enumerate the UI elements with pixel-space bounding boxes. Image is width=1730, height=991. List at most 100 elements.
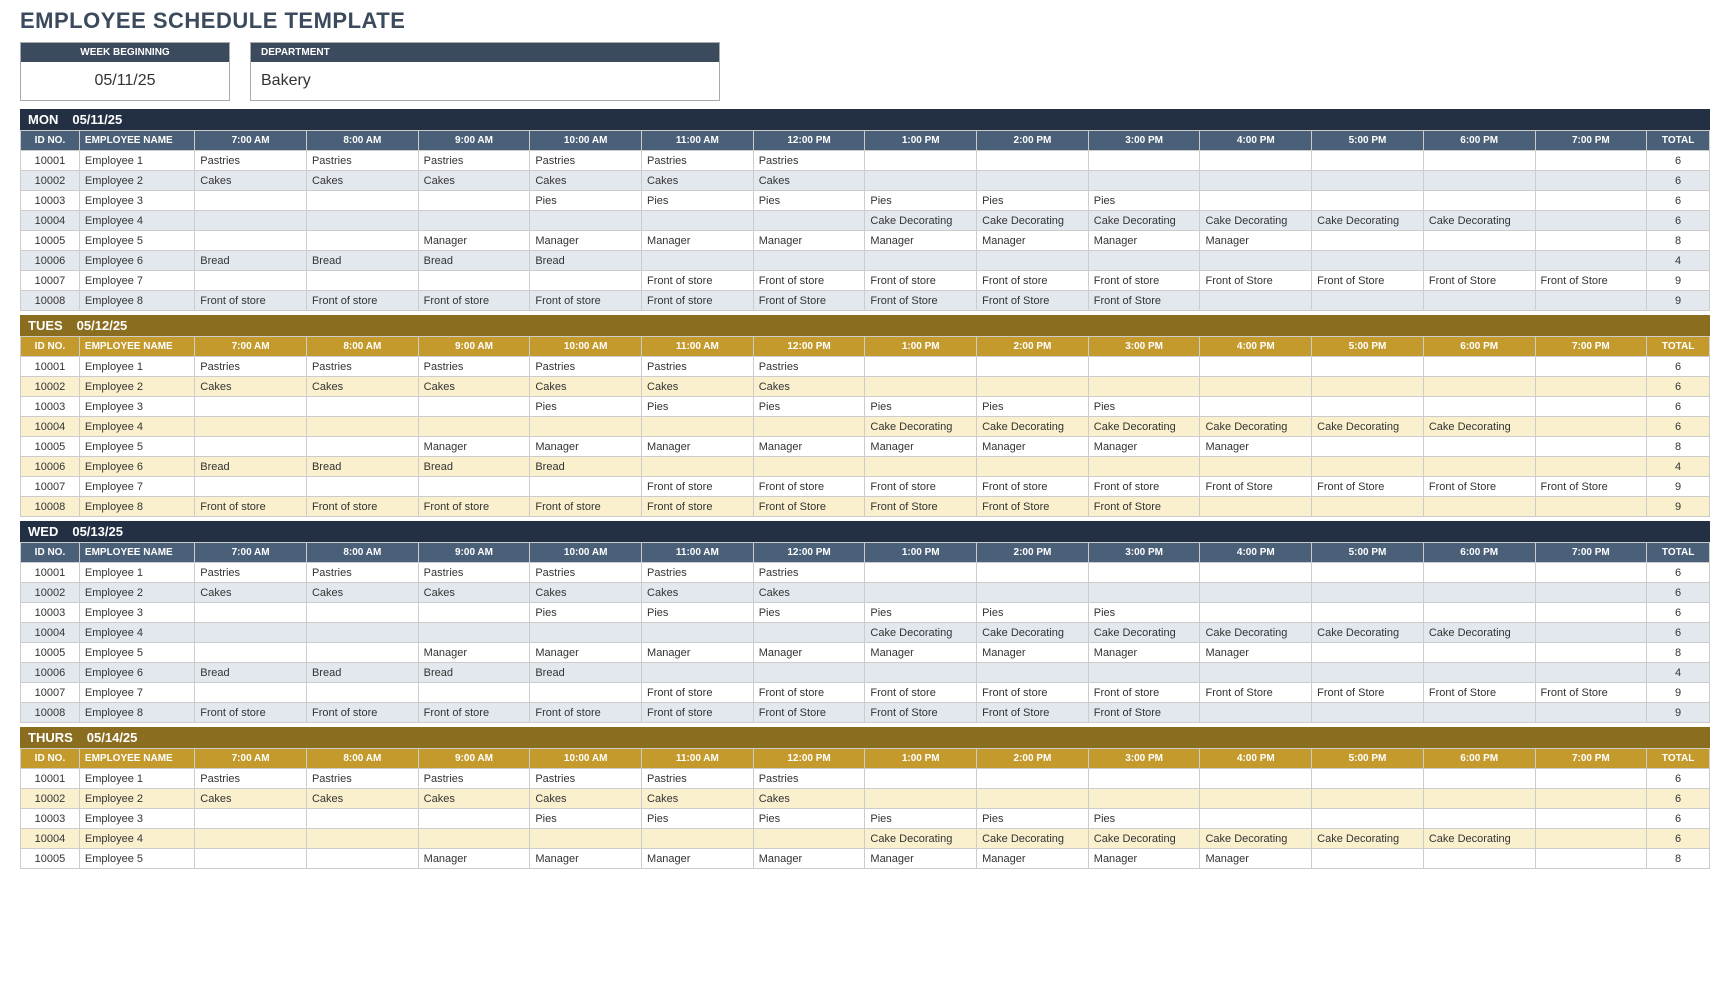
cell-name[interactable]: Employee 2 — [79, 377, 194, 397]
cell-id[interactable]: 10001 — [21, 357, 80, 377]
cell-hour[interactable]: Front of Store — [753, 703, 865, 723]
cell-hour[interactable]: Front of Store — [977, 703, 1089, 723]
cell-hour[interactable] — [1312, 497, 1424, 517]
cell-name[interactable]: Employee 3 — [79, 191, 194, 211]
cell-id[interactable]: 10007 — [21, 683, 80, 703]
cell-hour[interactable] — [1312, 849, 1424, 869]
cell-hour[interactable]: Front of store — [195, 291, 307, 311]
cell-id[interactable]: 10002 — [21, 377, 80, 397]
cell-hour[interactable]: Pies — [977, 809, 1089, 829]
cell-hour[interactable] — [1535, 849, 1647, 869]
cell-hour[interactable] — [1423, 357, 1535, 377]
cell-hour[interactable]: Cake Decorating — [1088, 829, 1200, 849]
cell-hour[interactable]: Manager — [753, 437, 865, 457]
cell-hour[interactable]: Pies — [865, 603, 977, 623]
cell-hour[interactable] — [1312, 397, 1424, 417]
cell-name[interactable]: Employee 4 — [79, 829, 194, 849]
cell-hour[interactable]: Cake Decorating — [1423, 417, 1535, 437]
cell-hour[interactable]: Cake Decorating — [1088, 417, 1200, 437]
cell-hour[interactable] — [1423, 151, 1535, 171]
cell-hour[interactable]: Cakes — [530, 583, 642, 603]
cell-hour[interactable] — [418, 397, 530, 417]
cell-hour[interactable]: Front of store — [195, 703, 307, 723]
cell-hour[interactable] — [1423, 563, 1535, 583]
cell-hour[interactable] — [1200, 151, 1312, 171]
cell-hour[interactable]: Cake Decorating — [1312, 211, 1424, 231]
cell-name[interactable]: Employee 7 — [79, 477, 194, 497]
cell-hour[interactable]: Manager — [530, 437, 642, 457]
cell-hour[interactable]: Cake Decorating — [977, 211, 1089, 231]
cell-id[interactable]: 10001 — [21, 769, 80, 789]
cell-id[interactable]: 10004 — [21, 829, 80, 849]
cell-name[interactable]: Employee 4 — [79, 211, 194, 231]
cell-hour[interactable]: Pastries — [530, 563, 642, 583]
cell-hour[interactable] — [530, 623, 642, 643]
cell-hour[interactable] — [530, 829, 642, 849]
cell-hour[interactable]: Pies — [753, 397, 865, 417]
cell-hour[interactable] — [1312, 789, 1424, 809]
cell-hour[interactable]: Pies — [1088, 603, 1200, 623]
cell-hour[interactable]: Cake Decorating — [865, 829, 977, 849]
cell-hour[interactable]: Front of store — [642, 497, 754, 517]
cell-hour[interactable]: Front of Store — [1088, 291, 1200, 311]
cell-hour[interactable] — [1423, 703, 1535, 723]
cell-hour[interactable] — [1535, 397, 1647, 417]
cell-hour[interactable] — [1535, 357, 1647, 377]
cell-name[interactable]: Employee 2 — [79, 583, 194, 603]
cell-hour[interactable] — [530, 683, 642, 703]
cell-hour[interactable] — [1535, 457, 1647, 477]
cell-hour[interactable]: Pies — [753, 809, 865, 829]
cell-hour[interactable]: Cakes — [753, 789, 865, 809]
cell-hour[interactable] — [1200, 457, 1312, 477]
cell-hour[interactable] — [865, 171, 977, 191]
cell-hour[interactable] — [306, 849, 418, 869]
cell-hour[interactable] — [977, 377, 1089, 397]
cell-hour[interactable] — [1088, 583, 1200, 603]
cell-hour[interactable]: Manager — [642, 643, 754, 663]
cell-hour[interactable]: Cakes — [418, 377, 530, 397]
cell-hour[interactable]: Front of store — [530, 703, 642, 723]
cell-hour[interactable]: Pastries — [642, 151, 754, 171]
cell-hour[interactable] — [1423, 171, 1535, 191]
cell-hour[interactable] — [977, 563, 1089, 583]
cell-hour[interactable] — [753, 829, 865, 849]
cell-hour[interactable]: Front of Store — [1312, 683, 1424, 703]
cell-hour[interactable]: Cake Decorating — [1088, 211, 1200, 231]
cell-hour[interactable] — [977, 251, 1089, 271]
cell-hour[interactable] — [195, 643, 307, 663]
cell-hour[interactable] — [642, 663, 754, 683]
cell-name[interactable]: Employee 5 — [79, 643, 194, 663]
cell-hour[interactable] — [642, 829, 754, 849]
cell-hour[interactable]: Pies — [1088, 397, 1200, 417]
cell-hour[interactable]: Pies — [642, 809, 754, 829]
cell-hour[interactable] — [195, 417, 307, 437]
cell-hour[interactable]: Cakes — [642, 583, 754, 603]
cell-hour[interactable] — [977, 151, 1089, 171]
cell-hour[interactable]: Bread — [530, 457, 642, 477]
cell-hour[interactable] — [1088, 357, 1200, 377]
cell-name[interactable]: Employee 6 — [79, 251, 194, 271]
cell-hour[interactable] — [1088, 171, 1200, 191]
cell-hour[interactable]: Front of Store — [1312, 271, 1424, 291]
cell-hour[interactable]: Pastries — [753, 151, 865, 171]
cell-hour[interactable]: Cake Decorating — [1312, 623, 1424, 643]
cell-id[interactable]: 10003 — [21, 603, 80, 623]
cell-hour[interactable]: Bread — [195, 457, 307, 477]
cell-hour[interactable]: Front of store — [977, 477, 1089, 497]
cell-hour[interactable]: Pastries — [642, 769, 754, 789]
cell-name[interactable]: Employee 6 — [79, 457, 194, 477]
cell-hour[interactable]: Front of store — [865, 271, 977, 291]
cell-hour[interactable]: Front of Store — [1535, 271, 1647, 291]
cell-hour[interactable]: Manager — [865, 643, 977, 663]
cell-id[interactable]: 10005 — [21, 437, 80, 457]
cell-hour[interactable] — [1423, 789, 1535, 809]
cell-hour[interactable]: Manager — [1200, 849, 1312, 869]
cell-hour[interactable]: Front of Store — [1535, 683, 1647, 703]
cell-hour[interactable]: Manager — [418, 437, 530, 457]
cell-name[interactable]: Employee 4 — [79, 623, 194, 643]
cell-hour[interactable] — [306, 191, 418, 211]
cell-hour[interactable] — [1423, 291, 1535, 311]
cell-hour[interactable] — [1200, 703, 1312, 723]
cell-hour[interactable] — [1423, 191, 1535, 211]
cell-hour[interactable]: Pastries — [306, 151, 418, 171]
